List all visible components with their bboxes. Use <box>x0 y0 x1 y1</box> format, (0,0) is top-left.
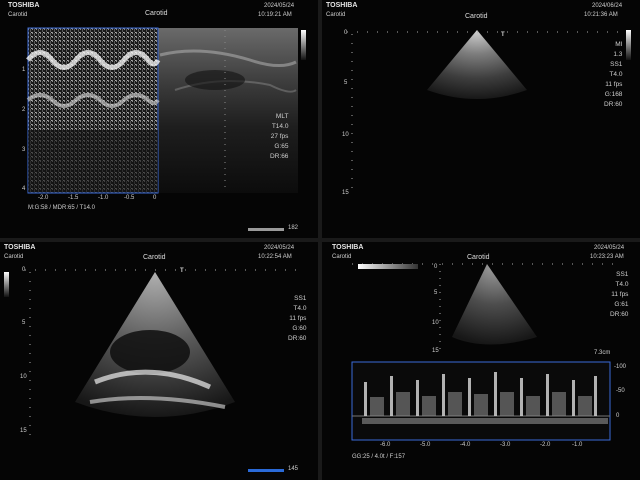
cine-bar[interactable] <box>248 469 284 472</box>
imaging-params: MI 1.3 SS1 T4.0 11 fps G:168 DR:60 <box>604 40 622 110</box>
mmode-time-label: -0.5 <box>124 195 135 201</box>
depth-tick-15: 15 <box>342 190 349 196</box>
doppler-settings-label: GG:25 / 4.0t / F:157 <box>352 454 406 460</box>
depth-tick-15: 15 <box>432 348 439 354</box>
orientation-marker: T <box>180 268 184 274</box>
sector-doppler-image <box>351 263 622 441</box>
mmode-settings-label: M:G:58 / MDR:65 / T14.0 <box>28 205 95 211</box>
doppler-time-label: -3.0 <box>500 442 511 448</box>
param-mi-value: 1.3 <box>613 51 623 58</box>
doppler-time-label: -2.0 <box>540 442 551 448</box>
doppler-time-label: -4.0 <box>460 442 471 448</box>
doppler-scale-label: -50 <box>616 388 625 394</box>
depth-tick-15: 15 <box>20 428 27 434</box>
doppler-time-label: -5.0 <box>420 442 431 448</box>
param-mode: SS1 <box>616 271 629 278</box>
doppler-time-label: -1.0 <box>572 442 583 448</box>
grayscale-bar <box>626 30 631 60</box>
param-mode: SS1 <box>294 295 307 302</box>
depth-tick-5: 5 <box>344 80 348 86</box>
mmode-time-label: -1.5 <box>68 195 79 201</box>
param-dr: DR:60 <box>288 335 307 342</box>
depth-readout: 7.3cm <box>594 350 611 356</box>
doppler-scale-label: 0 <box>616 413 620 419</box>
grayscale-bar <box>301 30 306 60</box>
param-freq: T4.0 <box>293 305 307 312</box>
frame-counter: 145 <box>288 466 299 472</box>
orientation-marker: T <box>501 32 505 38</box>
param-dr: DR:60 <box>610 311 629 318</box>
depth-tick-0: 0 <box>22 267 26 273</box>
depth-tick-3: 3 <box>22 147 26 153</box>
depth-tick-0: 0 <box>434 264 438 270</box>
ultrasound-panel-4: TOSHIBA Carotid Carotid 2024/05/24 10:23… <box>322 242 640 480</box>
ultrasound-panel-1: TOSHIBA Carotid Carotid 2024/05/24 10:19… <box>0 0 318 238</box>
param-fps: 11 fps <box>289 315 307 322</box>
imaging-params: SS1 T4.0 11 fps G:60 DR:60 <box>288 294 306 344</box>
ultrasound-panel-3: TOSHIBA Carotid Carotid 2024/05/24 10:22… <box>0 242 318 480</box>
depth-tick-5: 5 <box>22 320 26 326</box>
param-freq: T4.0 <box>609 71 623 78</box>
param-gain: G:61 <box>614 301 629 308</box>
imaging-params: MLT T14.0 27 fps G:65 DR:66 <box>270 112 288 162</box>
param-gain: G:168 <box>604 91 623 98</box>
param-mi: MI <box>615 41 623 48</box>
depth-tick-4: 4 <box>22 186 26 192</box>
param-gain: G:60 <box>292 325 307 332</box>
depth-tick-0: 0 <box>344 30 348 36</box>
param-mode: MLT <box>275 113 289 120</box>
mmode-time-label: -1.0 <box>98 195 109 201</box>
param-dr: DR:60 <box>604 101 623 108</box>
param-freq: T4.0 <box>615 281 629 288</box>
depth-tick-1: 1 <box>22 67 26 73</box>
depth-tick-2: 2 <box>22 107 26 113</box>
depth-tick-10: 10 <box>432 320 439 326</box>
frame-counter: 182 <box>288 225 299 231</box>
param-fps: 11 fps <box>611 291 629 298</box>
mmode-time-label: 0 <box>153 195 157 201</box>
param-fps: 27 fps <box>270 133 289 140</box>
depth-tick-10: 10 <box>342 132 349 138</box>
param-mode: SS1 <box>610 61 623 68</box>
depth-tick-10: 10 <box>20 374 27 380</box>
mmode-time-label: -2.0 <box>38 195 49 201</box>
param-freq: T14.0 <box>271 123 289 130</box>
sector-image <box>347 30 622 99</box>
sector-image <box>25 269 300 438</box>
ultrasound-panel-2: TOSHIBA Carotid Carotid 2024/06/24 10:21… <box>322 0 640 238</box>
imaging-params: SS1 T4.0 11 fps G:61 DR:60 <box>610 270 628 320</box>
doppler-scale-label: -100 <box>614 364 627 370</box>
depth-tick-5: 5 <box>434 290 438 296</box>
cine-bar[interactable] <box>248 228 284 231</box>
doppler-time-label: -6.0 <box>380 442 391 448</box>
param-gain: G:65 <box>274 143 289 150</box>
param-dr: DR:66 <box>270 153 289 160</box>
param-fps: 11 fps <box>605 81 623 88</box>
grayscale-bar <box>358 264 418 269</box>
grayscale-bar <box>4 272 9 297</box>
